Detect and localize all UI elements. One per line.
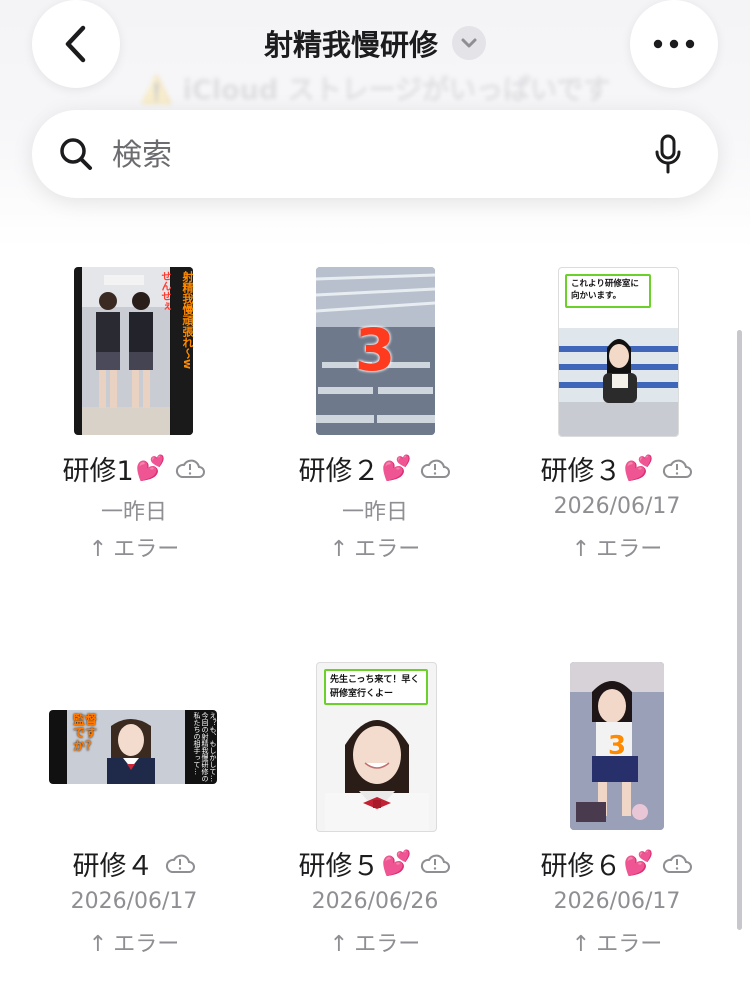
file-name: 研修６: [540, 850, 622, 882]
file-name-row: 研修２ 💕: [275, 448, 475, 488]
scrollbar[interactable]: [737, 330, 742, 930]
file-item-5[interactable]: 先生こっち来て！早く研修室行くよー 研修５ 💕 2026/06/26 ↑ エラー: [275, 660, 475, 960]
file-item-1[interactable]: 射精我慢頑張れ〜w せんせぇ 研修1 💕 一昨日 ↑ エラー: [34, 265, 234, 565]
upload-status-text: エラー: [354, 537, 421, 562]
thumbnail-caption-1: 射精我慢頑張れ〜w: [181, 271, 193, 370]
heart-emoji: 💕: [381, 849, 412, 877]
upload-status-text: エラー: [354, 932, 421, 957]
title-menu-button[interactable]: [452, 26, 486, 60]
icloud-error-icon: [419, 852, 451, 874]
speech-bubble-5: 先生こっち来て！早く研修室行くよー: [324, 669, 428, 705]
upload-arrow-icon: ↑: [88, 537, 108, 562]
upload-status-text: エラー: [596, 537, 663, 562]
file-item-3[interactable]: これより研修室に向かいます。 研修３ 💕 2026/06/17 ↑ エラー: [517, 265, 717, 565]
upload-arrow-icon: ↑: [88, 932, 108, 957]
video-thumbnail-5[interactable]: 先生こっち来て！早く研修室行くよー: [316, 662, 437, 832]
file-name: 研修５: [298, 850, 380, 882]
upload-status: ↑ エラー: [517, 926, 717, 958]
file-date: 2026/06/17: [553, 889, 681, 914]
chevron-down-icon: [461, 38, 477, 48]
thumbnail-caption-4b: え？も、もしかして…今回の射精我慢研修の私たちの相手って…: [193, 712, 217, 782]
icloud-error-icon: [419, 457, 451, 479]
microphone-icon[interactable]: [653, 134, 683, 176]
upload-arrow-icon: ↑: [329, 932, 349, 957]
upload-status: ↑ エラー: [275, 531, 475, 563]
icloud-error-icon: [164, 852, 196, 874]
ellipsis-icon: [653, 39, 695, 49]
upload-status: ↑ エラー: [34, 531, 234, 563]
upload-status: ↑ エラー: [517, 531, 717, 563]
upload-arrow-icon: ↑: [571, 537, 591, 562]
thumbnail-caption-1b: せんせぇ: [159, 271, 170, 311]
video-thumbnail-6[interactable]: 3: [570, 662, 664, 830]
more-button[interactable]: [630, 0, 718, 88]
file-name: 研修２: [298, 455, 380, 487]
upload-status: ↑ エラー: [275, 926, 475, 958]
thumbnail-caption-4: 監督ですか？: [73, 713, 98, 753]
video-thumbnail-2[interactable]: 3: [316, 267, 435, 435]
speech-bubble-3: これより研修室に向かいます。: [565, 274, 651, 308]
video-thumbnail-4[interactable]: 監督ですか？ え？も、もしかして…今回の射精我慢研修の私たちの相手って…: [49, 710, 217, 784]
file-date: 一昨日: [100, 500, 167, 525]
magnifier-icon: [60, 138, 92, 170]
icloud-error-icon: [174, 457, 206, 479]
file-date: 2026/06/17: [70, 889, 198, 914]
upload-status-text: エラー: [596, 932, 663, 957]
upload-arrow-icon: ↑: [329, 537, 349, 562]
icloud-error-icon: [661, 852, 693, 874]
heart-emoji: 💕: [623, 454, 654, 482]
file-name-row: 研修３ 💕: [517, 448, 717, 488]
upload-status: ↑ エラー: [34, 926, 234, 958]
thumbnail-number-6: 3: [607, 731, 627, 761]
search-input[interactable]: [110, 130, 634, 180]
upload-arrow-icon: ↑: [571, 932, 591, 957]
thumbnail-number-2: 3: [354, 316, 396, 384]
upload-status-text: エラー: [113, 537, 180, 562]
heart-emoji: 💕: [381, 454, 412, 482]
heart-emoji: 💕: [135, 454, 166, 482]
file-name-row: 研修1 💕: [34, 448, 234, 488]
page-title: 射精我慢研修: [263, 28, 438, 62]
search-bar[interactable]: [32, 110, 718, 198]
file-name: 研修４: [72, 850, 154, 882]
video-thumbnail-3[interactable]: これより研修室に向かいます。: [558, 267, 679, 437]
file-name: 研修1: [62, 455, 134, 487]
file-name-row: 研修４: [34, 843, 234, 883]
heart-emoji: 💕: [623, 849, 654, 877]
file-date: 一昨日: [341, 500, 408, 525]
file-date: 2026/06/26: [311, 889, 439, 914]
file-name-row: 研修６ 💕: [517, 843, 717, 883]
file-item-6[interactable]: 3 研修６ 💕 2026/06/17 ↑ エラー: [517, 660, 717, 960]
upload-status-text: エラー: [113, 932, 180, 957]
file-name-row: 研修５ 💕: [275, 843, 475, 883]
file-date: 2026/06/17: [553, 494, 681, 519]
file-item-2[interactable]: 3 研修２ 💕 一昨日 ↑ エラー: [275, 265, 475, 565]
icloud-error-icon: [661, 457, 693, 479]
file-name: 研修３: [540, 455, 622, 487]
video-thumbnail-1[interactable]: 射精我慢頑張れ〜w せんせぇ: [74, 267, 193, 435]
file-item-4[interactable]: 監督ですか？ え？も、もしかして…今回の射精我慢研修の私たちの相手って… 研修４…: [34, 660, 234, 960]
